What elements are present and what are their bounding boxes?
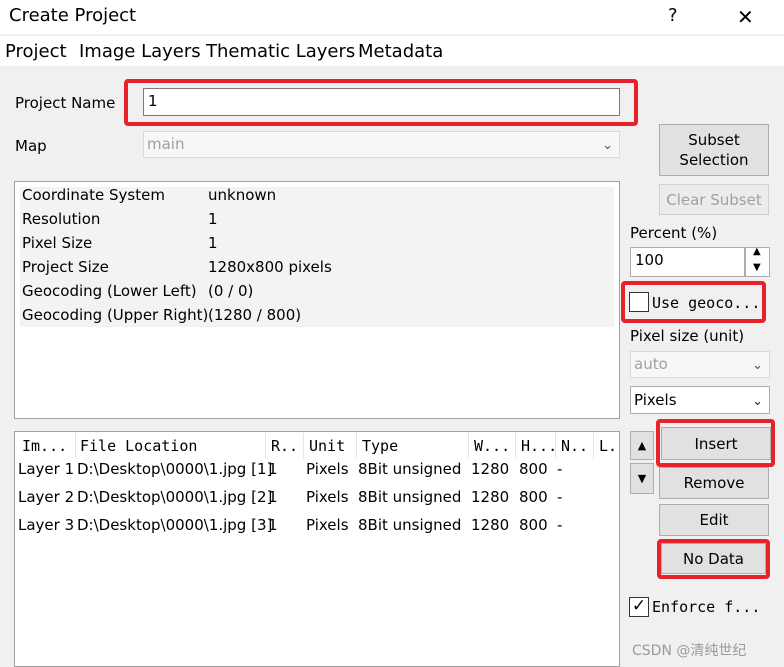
enforce-label[interactable]: Enforce f... (652, 598, 760, 616)
cell-height[interactable]: 800 (519, 516, 548, 534)
move-up-button[interactable]: ▲ (630, 431, 654, 460)
subset-selection-button[interactable]: Subset Selection (659, 124, 769, 176)
col-header-width[interactable]: W... (474, 437, 510, 459)
col-header-type[interactable]: Type (362, 437, 398, 459)
menu-metadata[interactable]: Metadata (358, 41, 443, 62)
prop-value-project-size: 1280x800 pixels (208, 258, 332, 276)
prop-value-coordinate-system: unknown (208, 186, 277, 204)
no-data-button[interactable]: No Data (661, 543, 766, 574)
cell-nodata[interactable]: - (557, 460, 562, 478)
cell-type[interactable]: 8Bit unsigned (358, 488, 461, 506)
map-label: Map (15, 137, 47, 155)
arrow-down-icon: ▼ (637, 471, 647, 485)
close-icon[interactable]: ✕ (737, 5, 754, 29)
enforce-checkbox[interactable]: ✓ (629, 597, 649, 617)
col-divider (265, 433, 266, 459)
cell-r[interactable]: 1 (268, 488, 278, 506)
pixel-size-select[interactable]: auto ⌄ (630, 351, 770, 378)
properties-panel (14, 181, 620, 419)
chevron-down-icon: ⌄ (752, 394, 763, 409)
menu-image-layers[interactable]: Image Layers (79, 41, 201, 62)
project-name-input[interactable]: 1 (143, 88, 620, 116)
percent-spinner[interactable]: ▲ ▼ (745, 246, 770, 277)
cell-layer-name[interactable]: Layer 3 (18, 516, 74, 534)
edit-button[interactable]: Edit (659, 504, 769, 536)
col-header-file-location[interactable]: File Location (80, 437, 197, 459)
cell-width[interactable]: 1280 (471, 516, 509, 534)
col-divider (75, 433, 76, 459)
cell-width[interactable]: 1280 (471, 460, 509, 478)
prop-key-pixel-size: Pixel Size (22, 234, 93, 252)
cell-type[interactable]: 8Bit unsigned (358, 516, 461, 534)
pixel-size-label: Pixel size (unit) (630, 327, 745, 345)
col-divider (303, 433, 304, 459)
cell-r[interactable]: 1 (268, 460, 278, 478)
col-header-r[interactable]: R.. (271, 437, 298, 459)
map-select[interactable]: main ⌄ (143, 131, 620, 158)
window-title: Create Project (9, 5, 137, 26)
percent-label: Percent (%) (630, 224, 718, 242)
prop-key-resolution: Resolution (22, 210, 101, 228)
prop-key-geocoding-upper-right: Geocoding (Upper Right) (22, 306, 209, 324)
clear-subset-button[interactable]: Clear Subset (659, 184, 769, 215)
spin-up-icon[interactable]: ▲ (753, 246, 761, 257)
chevron-down-icon: ⌄ (752, 358, 763, 373)
col-divider (468, 433, 469, 459)
col-header-height[interactable]: H... (521, 437, 557, 459)
col-header-image[interactable]: Im... (22, 437, 67, 459)
col-divider (515, 433, 516, 459)
checkmark-icon: ✓ (631, 596, 647, 616)
cell-nodata[interactable]: - (557, 488, 562, 506)
cell-height[interactable]: 800 (519, 488, 548, 506)
col-header-nodata[interactable]: N.. (561, 437, 588, 459)
cell-file-location[interactable]: D:\Desktop\0000\1.jpg [1] (77, 460, 272, 478)
cell-unit[interactable]: Pixels (306, 460, 349, 478)
col-divider (555, 433, 556, 459)
prop-value-pixel-size: 1 (208, 234, 218, 252)
project-name-label: Project Name (15, 94, 116, 112)
pixel-size-value: auto (634, 355, 668, 373)
col-divider (593, 433, 594, 459)
menu-thematic-layers[interactable]: Thematic Layers (206, 41, 355, 62)
col-header-unit[interactable]: Unit (309, 437, 345, 459)
chevron-down-icon: ⌄ (602, 138, 613, 153)
col-header-l[interactable]: L. (599, 437, 617, 459)
insert-button[interactable]: Insert (661, 427, 771, 460)
cell-file-location[interactable]: D:\Desktop\0000\1.jpg [3] (77, 516, 272, 534)
prop-value-geocoding-lower-left: (0 / 0) (208, 282, 254, 300)
arrow-up-icon: ▲ (637, 438, 647, 452)
map-select-value: main (147, 135, 185, 153)
col-divider (356, 433, 357, 459)
cell-width[interactable]: 1280 (471, 488, 509, 506)
cell-file-location[interactable]: D:\Desktop\0000\1.jpg [2] (77, 488, 272, 506)
cell-layer-name[interactable]: Layer 2 (18, 488, 74, 506)
spin-down-icon[interactable]: ▼ (753, 262, 761, 273)
move-down-button[interactable]: ▼ (630, 463, 654, 494)
remove-button[interactable]: Remove (659, 467, 769, 499)
percent-input[interactable]: 100 (630, 247, 745, 277)
cell-r[interactable]: 1 (268, 516, 278, 534)
cell-type[interactable]: 8Bit unsigned (358, 460, 461, 478)
cell-height[interactable]: 800 (519, 460, 548, 478)
use-geocoding-label[interactable]: Use geoco... (652, 294, 760, 312)
cell-layer-name[interactable]: Layer 1 (18, 460, 74, 478)
help-icon[interactable]: ? (668, 5, 678, 26)
prop-value-resolution: 1 (208, 210, 218, 228)
prop-key-coordinate-system: Coordinate System (22, 186, 165, 204)
use-geocoding-checkbox[interactable] (629, 292, 649, 312)
prop-key-geocoding-lower-left: Geocoding (Lower Left) (22, 282, 197, 300)
cell-unit[interactable]: Pixels (306, 516, 349, 534)
cell-unit[interactable]: Pixels (306, 488, 349, 506)
prop-key-project-size: Project Size (22, 258, 109, 276)
cell-nodata[interactable]: - (557, 516, 562, 534)
unit-select[interactable]: Pixels ⌄ (630, 386, 770, 414)
watermark: CSDN @清纯世纪 (632, 643, 747, 659)
unit-value: Pixels (634, 391, 677, 409)
menu-project[interactable]: Project (5, 41, 67, 62)
prop-value-geocoding-upper-right: (1280 / 800) (208, 306, 302, 324)
